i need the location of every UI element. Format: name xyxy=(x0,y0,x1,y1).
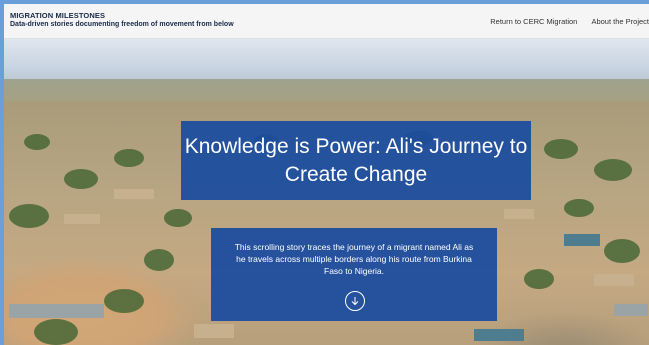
rooftop xyxy=(64,214,100,224)
rooftop xyxy=(614,304,648,316)
tree xyxy=(114,149,144,167)
tree xyxy=(594,159,632,181)
hero-title: Knowledge is Power: Ali's Journey to Cre… xyxy=(184,134,528,186)
rooftop xyxy=(504,209,534,219)
tree xyxy=(34,319,78,345)
rooftop xyxy=(9,304,104,318)
rooftop xyxy=(474,329,524,341)
tree xyxy=(544,139,578,159)
tree xyxy=(104,289,144,313)
scroll-down-button[interactable] xyxy=(345,291,365,311)
arrow-down-circle-icon xyxy=(351,297,359,306)
hero-title-box: Knowledge is Power: Ali's Journey to Cre… xyxy=(181,121,531,200)
tree xyxy=(64,169,98,189)
tree xyxy=(524,269,554,289)
brand[interactable]: MIGRATION MILESTONES Data-driven stories… xyxy=(10,11,234,28)
tree xyxy=(564,199,594,217)
tree xyxy=(604,239,640,263)
rooftop xyxy=(114,189,154,199)
top-nav: Return to CERC Migration About the Proje… xyxy=(478,17,649,26)
tree xyxy=(24,134,50,150)
story-description: This scrolling story traces the journey … xyxy=(234,242,474,276)
site-subtitle: Data-driven stories documenting freedom … xyxy=(10,21,234,28)
rooftop xyxy=(564,234,600,246)
nav-about-link[interactable]: About the Project xyxy=(591,17,649,26)
rooftop xyxy=(594,274,634,286)
tree xyxy=(144,249,174,271)
tree xyxy=(9,204,49,228)
tree xyxy=(164,209,192,227)
site-title: MIGRATION MILESTONES xyxy=(10,11,106,20)
nav-return-link[interactable]: Return to CERC Migration xyxy=(490,17,577,26)
site-header: MIGRATION MILESTONES Data-driven stories… xyxy=(4,4,649,39)
page-frame: MIGRATION MILESTONES Data-driven stories… xyxy=(4,4,649,345)
story-intro-box: This scrolling story traces the journey … xyxy=(211,228,497,321)
rooftop xyxy=(194,324,234,338)
